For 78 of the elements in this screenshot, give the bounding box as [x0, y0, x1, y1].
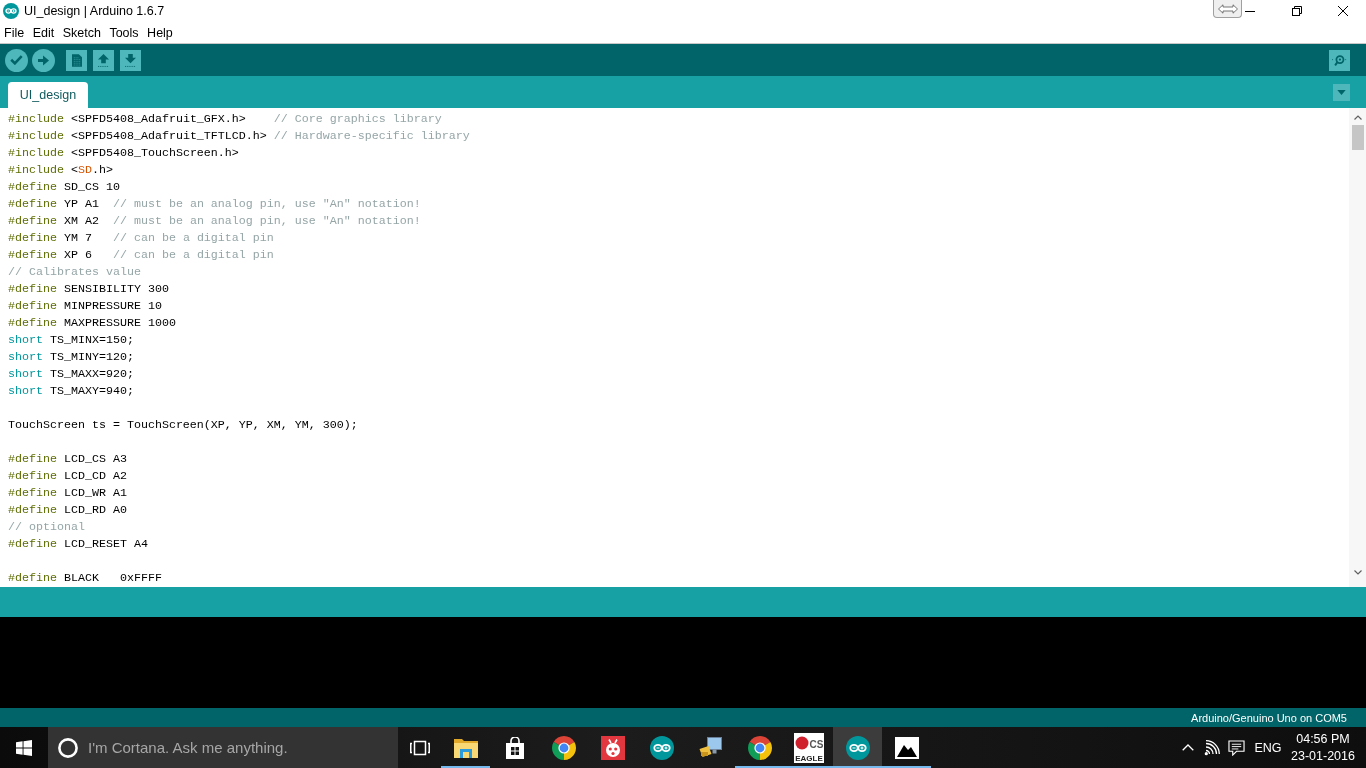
- code-line: #define SD_CS 10: [8, 179, 120, 196]
- code-line: #define LCD_CS A3: [8, 451, 127, 468]
- menu-item[interactable]: Tools: [109, 23, 139, 42]
- wifi-icon: [1204, 739, 1220, 756]
- clock-button[interactable]: 04:56 PM 23-01-2016: [1290, 727, 1356, 768]
- code-line: #include <SPFD5408_Adafruit_GFX.h> // Core graphics library: [8, 111, 442, 128]
- window-title: UI_design | Arduino 1.6.7: [24, 4, 165, 18]
- code-line: #define XM A2 // must be an analog pin, use "An" notation!: [8, 213, 421, 230]
- verify-button[interactable]: [5, 48, 28, 72]
- code-line: #include <SPFD5408_Adafruit_TFTLCD.h> // Hardware-specific library: [8, 128, 470, 145]
- magnifier-icon: [1332, 53, 1347, 67]
- browser-icon: [551, 735, 576, 760]
- close-icon: [1338, 6, 1348, 16]
- code-line: short TS_MINX=150;: [8, 332, 134, 349]
- speech-bubble-icon: [1227, 739, 1245, 756]
- code-line: short TS_MAXX=920;: [8, 366, 134, 383]
- code-line: // Calibrates value: [8, 264, 141, 281]
- upload-button[interactable]: [32, 48, 55, 72]
- infinity-logo-icon: [845, 735, 870, 760]
- code-line: #define BLACK 0xFFFF: [8, 570, 162, 587]
- code-line: #define YP A1 // must be an analog pin, use "An" notation!: [8, 196, 421, 213]
- code-line: #define MINPRESSURE 10: [8, 298, 162, 315]
- code-line: #define LCD_WR A1: [8, 485, 127, 502]
- check-icon: [10, 55, 23, 65]
- task-view-icon: [409, 739, 430, 756]
- code-line: #define LCD_RESET A4: [8, 536, 148, 553]
- eagle-logo-icon: CS EAGLE: [793, 732, 824, 763]
- chevron-up-icon: [1182, 744, 1194, 751]
- code-line: short TS_MAXY=940;: [8, 383, 134, 400]
- open-button[interactable]: [93, 49, 114, 71]
- taskbar-app-button[interactable]: [833, 727, 882, 768]
- infinity-logo-icon: [3, 3, 19, 19]
- scroll-up-icon[interactable]: [1353, 115, 1362, 120]
- code-line: #include <SPFD5408_TouchScreen.h>: [8, 145, 239, 162]
- browser-icon: [747, 735, 772, 760]
- code-line: #define LCD_CD A2: [8, 468, 127, 485]
- code-line: #define SENSIBILITY 300: [8, 281, 169, 298]
- search-field[interactable]: I'm Cortana. Ask me anything.: [48, 727, 398, 768]
- tab-menu-button[interactable]: [1333, 84, 1350, 101]
- scroll-down-icon[interactable]: [1353, 570, 1362, 575]
- down-arrow-icon: [125, 53, 136, 67]
- code-line: #define XP 6 // can be a digital pin: [8, 247, 274, 264]
- mountain-picture-icon: [894, 736, 919, 759]
- code-line: TouchScreen ts = TouchScreen(XP, YP, XM, YM, 300);: [8, 417, 358, 434]
- windows-logo-icon: [16, 739, 32, 756]
- code-line: #include <SD.h>: [8, 162, 113, 179]
- computer-icon: [698, 736, 723, 759]
- code-line: short TS_MINY=120;: [8, 349, 134, 366]
- document-icon: [71, 53, 82, 67]
- double-arrow-icon: [1217, 3, 1238, 14]
- menu-item[interactable]: Sketch: [62, 23, 101, 42]
- taskbar-app-button[interactable]: CS EAGLE: [784, 727, 833, 768]
- swap-button[interactable]: [1213, 0, 1242, 18]
- minimize-icon: [1245, 10, 1255, 12]
- save-button[interactable]: [120, 49, 141, 71]
- right-arrow-icon: [38, 54, 49, 66]
- restore-icon: [1292, 6, 1302, 16]
- serial-monitor-button[interactable]: [1329, 49, 1350, 71]
- infinity-logo-icon: [649, 735, 674, 760]
- code-line: #define MAXPRESSURE 1000: [8, 315, 176, 332]
- caret-down-icon: [1337, 90, 1346, 95]
- up-arrow-icon: [98, 53, 109, 67]
- sketch-tab[interactable]: UI_design: [8, 82, 88, 108]
- board-port-label: Arduino/Genuino Uno on COM5: [1191, 711, 1347, 724]
- folder-icon: [453, 737, 478, 758]
- scrollbar-thumb[interactable]: [1351, 125, 1364, 150]
- ladybug-icon: [600, 735, 625, 760]
- code-line: #define LCD_RD A0: [8, 502, 127, 519]
- menu-item[interactable]: File: [4, 23, 25, 42]
- vertical-scrollbar[interactable]: [1349, 108, 1366, 587]
- new-button[interactable]: [66, 49, 87, 71]
- ring-icon: [58, 737, 78, 758]
- language-button[interactable]: ENG: [1248, 727, 1288, 768]
- code-line: #define YM 7 // can be a digital pin: [8, 230, 274, 247]
- shopping-bag-icon: [504, 736, 525, 759]
- menu-item[interactable]: Edit: [32, 23, 55, 42]
- code-line: // optional: [8, 519, 85, 536]
- menu-item[interactable]: Help: [147, 23, 173, 42]
